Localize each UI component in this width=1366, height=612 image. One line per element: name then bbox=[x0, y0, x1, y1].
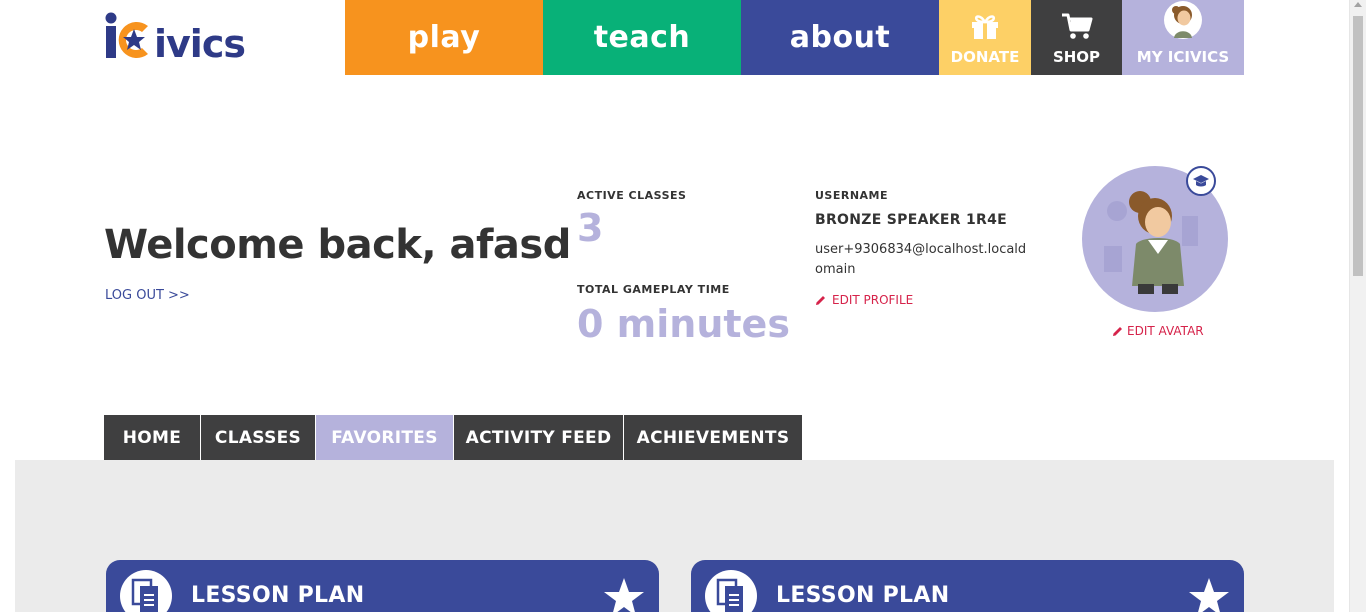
tab-activity-feed[interactable]: ACTIVITY FEED bbox=[454, 415, 623, 460]
username-value: BRONZE SPEAKER 1R4E bbox=[815, 212, 1007, 228]
welcome-heading: Welcome back, afasd bbox=[104, 222, 571, 268]
edit-avatar-link[interactable]: EDIT AVATAR bbox=[1112, 324, 1204, 338]
star-icon[interactable] bbox=[603, 577, 645, 612]
page-scrollbar[interactable] bbox=[1349, 0, 1366, 612]
nav-about[interactable]: about bbox=[741, 0, 939, 75]
nav-my-icivics-label: MY ICIVICS bbox=[1136, 48, 1230, 66]
gameplay-time-value: 0 minutes bbox=[577, 302, 790, 346]
cart-icon bbox=[1061, 13, 1092, 39]
main-nav: play teach about DONATE SHOP MY ICIVICS bbox=[345, 0, 1244, 75]
nav-teach[interactable]: teach bbox=[543, 0, 741, 75]
card-title: LESSON PLAN bbox=[191, 583, 365, 608]
nav-shop[interactable]: SHOP bbox=[1031, 0, 1122, 75]
nav-my-icivics[interactable]: MY ICIVICS bbox=[1122, 0, 1244, 75]
nav-play[interactable]: play bbox=[345, 0, 543, 75]
tab-home[interactable]: HOME bbox=[104, 415, 200, 460]
active-classes-label: ACTIVE CLASSES bbox=[577, 189, 687, 202]
email-value: user+9306834@localhost.localdomain bbox=[815, 242, 1027, 277]
tab-favorites[interactable]: FAVORITES bbox=[316, 415, 453, 460]
nav-donate-label: DONATE bbox=[950, 48, 1020, 66]
user-avatar-icon bbox=[1164, 1, 1202, 39]
pencil-icon bbox=[816, 295, 825, 305]
svg-text:ivics: ivics bbox=[154, 22, 245, 60]
icivics-logo[interactable]: ivics bbox=[104, 12, 294, 60]
star-icon[interactable] bbox=[1188, 577, 1230, 612]
gift-icon bbox=[972, 15, 998, 39]
edit-profile-link[interactable]: EDIT PROFILE bbox=[815, 293, 913, 307]
card-title: LESSON PLAN bbox=[776, 583, 950, 608]
document-icon bbox=[705, 570, 757, 612]
gameplay-time-label: TOTAL GAMEPLAY TIME bbox=[577, 283, 730, 296]
tab-achievements[interactable]: ACHIEVEMENTS bbox=[624, 415, 802, 460]
edit-profile-label: EDIT PROFILE bbox=[832, 293, 914, 307]
favorite-card[interactable]: LESSON PLAN bbox=[106, 560, 659, 612]
scroll-up-arrow-icon[interactable] bbox=[1354, 2, 1362, 7]
edit-avatar-label: EDIT AVATAR bbox=[1127, 324, 1204, 338]
favorite-card[interactable]: LESSON PLAN bbox=[691, 560, 1244, 612]
teacher-badge-icon bbox=[1186, 166, 1216, 196]
graduation-cap-icon bbox=[1193, 175, 1209, 187]
active-classes-value: 3 bbox=[577, 206, 604, 250]
logout-link[interactable]: LOG OUT >> bbox=[105, 288, 190, 303]
nav-donate[interactable]: DONATE bbox=[939, 0, 1031, 75]
scroll-thumb[interactable] bbox=[1353, 16, 1363, 276]
nav-shop-label: SHOP bbox=[1052, 48, 1101, 66]
username-label: USERNAME bbox=[815, 189, 889, 202]
document-icon bbox=[120, 570, 172, 612]
pencil-icon bbox=[1113, 326, 1122, 336]
profile-tabs: HOME CLASSES FAVORITES ACTIVITY FEED ACH… bbox=[104, 415, 803, 460]
tab-classes[interactable]: CLASSES bbox=[201, 415, 315, 460]
